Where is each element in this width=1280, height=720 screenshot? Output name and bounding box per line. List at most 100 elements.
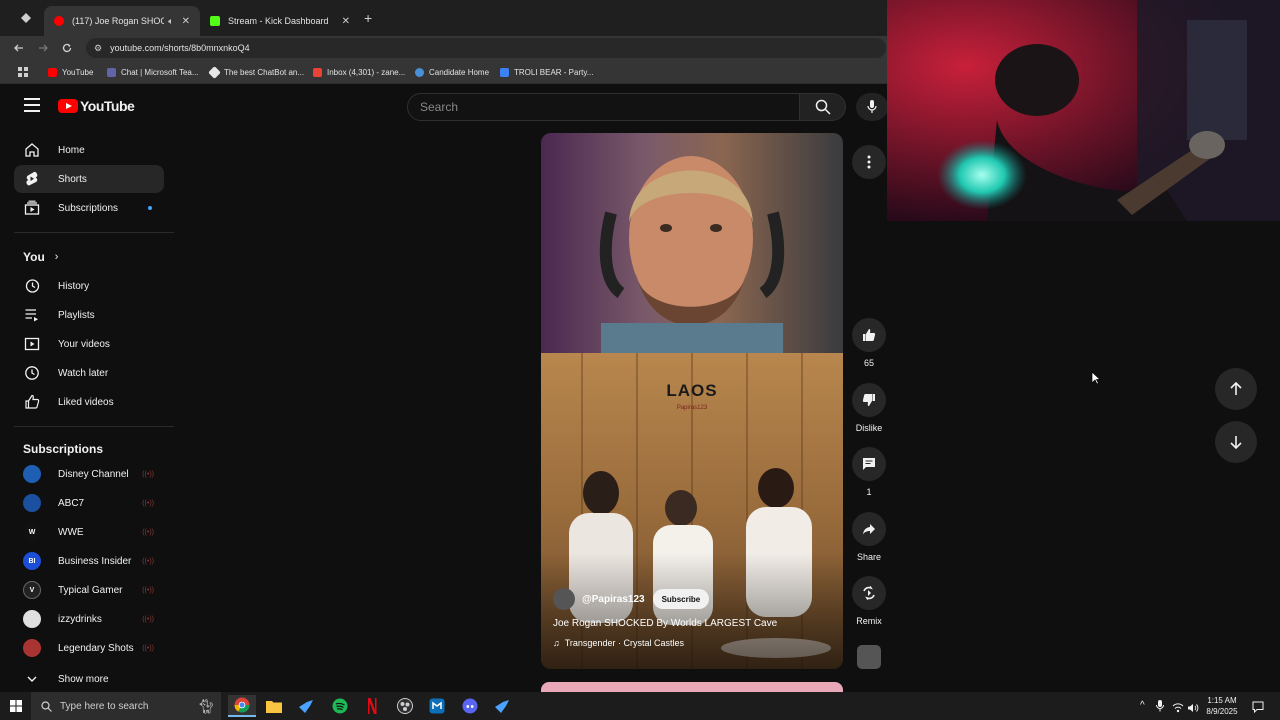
more-options-button[interactable] bbox=[852, 145, 886, 179]
taskbar-steam[interactable] bbox=[292, 695, 320, 717]
speaker-icon[interactable]: 🔈︎ bbox=[168, 16, 173, 27]
sidebar-item-shorts[interactable]: Shorts bbox=[14, 165, 164, 193]
taskbar-chrome[interactable] bbox=[228, 695, 256, 717]
reload-icon bbox=[62, 43, 72, 53]
taskbar-spotify[interactable] bbox=[326, 695, 354, 717]
streamlabs-icon bbox=[429, 698, 445, 714]
comments-action: 1 bbox=[852, 447, 886, 497]
search-button[interactable] bbox=[800, 93, 846, 121]
bookmark-candidate[interactable]: Candidate Home bbox=[415, 65, 489, 79]
bookmark-teams[interactable]: Chat | Microsoft Tea... bbox=[107, 65, 199, 79]
sidebar-divider bbox=[14, 426, 174, 427]
sound-thumbnail[interactable] bbox=[857, 645, 881, 669]
mic-icon bbox=[867, 100, 877, 113]
tray-network-icon[interactable] bbox=[1172, 700, 1184, 718]
share-arrow-icon bbox=[863, 524, 875, 535]
video-frame-top bbox=[541, 133, 843, 353]
sidebar-item-playlists[interactable]: Playlists bbox=[14, 301, 164, 329]
sidebar-sub-disney-channel[interactable]: Disney Channel ((•)) bbox=[14, 460, 164, 488]
youtube-logo[interactable]: YouTube bbox=[58, 98, 135, 114]
sidebar-item-your-videos[interactable]: Your videos bbox=[14, 330, 164, 358]
search-input[interactable] bbox=[407, 93, 800, 121]
windows-start-button[interactable] bbox=[2, 695, 30, 717]
bookmark-troli[interactable]: TROLI BEAR - Party... bbox=[500, 65, 593, 79]
youtube-header: YouTube bbox=[0, 86, 890, 128]
sidebar-item-watch-later[interactable]: Watch later bbox=[14, 359, 164, 387]
sidebar-sub-wwe[interactable]: W WWE ((•)) bbox=[14, 518, 164, 546]
share-button[interactable] bbox=[852, 512, 886, 546]
bookmark-chatbot[interactable]: The best ChatBot an... bbox=[208, 65, 304, 79]
you-section-header[interactable]: You › bbox=[23, 250, 58, 264]
forward-arrow-icon bbox=[39, 44, 48, 52]
taskbar-search[interactable]: Type here to search 🐈︎ bbox=[31, 692, 221, 720]
new-tab-button[interactable]: + bbox=[364, 11, 372, 25]
close-tab-icon[interactable]: ✕ bbox=[182, 16, 190, 27]
taskbar-discord[interactable] bbox=[456, 695, 484, 717]
taskbar-netflix[interactable] bbox=[358, 695, 386, 717]
show-more-button[interactable]: Show more bbox=[14, 665, 164, 693]
live-indicator-icon: ((•)) bbox=[142, 557, 154, 565]
arrow-up-icon bbox=[1230, 382, 1242, 395]
tab-search-icon[interactable] bbox=[20, 11, 32, 23]
cat-icon: 🐈︎ bbox=[197, 697, 215, 714]
new-content-dot bbox=[148, 206, 152, 210]
tab-youtube[interactable]: (117) Joe Rogan SHOCKED 🔈︎ ✕ bbox=[44, 6, 200, 36]
apps-grid-icon[interactable] bbox=[18, 65, 28, 79]
address-bar[interactable]: ⚙︎ youtube.com/shorts/8b0mnxnkoQ4 bbox=[86, 38, 886, 58]
sidebar-sub-legendary-shots[interactable]: Legendary Shots ((•)) bbox=[14, 634, 164, 662]
spotify-icon bbox=[332, 698, 348, 714]
tray-mic-icon[interactable] bbox=[1156, 699, 1164, 717]
dislike-button[interactable] bbox=[852, 383, 886, 417]
teams-icon bbox=[107, 67, 116, 77]
channel-name: WWE bbox=[58, 526, 84, 538]
your-videos-icon bbox=[23, 335, 41, 353]
comments-button[interactable] bbox=[852, 447, 886, 481]
voice-search-button[interactable] bbox=[856, 93, 888, 121]
live-indicator-icon: ((•)) bbox=[142, 499, 154, 507]
sidebar-item-label: Liked videos bbox=[58, 396, 114, 408]
short-music[interactable]: ♫ Transgender · Crystal Castles bbox=[553, 638, 684, 648]
show-more-label: Show more bbox=[58, 673, 109, 685]
short-title[interactable]: Joe Rogan SHOCKED By Worlds LARGEST Cave bbox=[553, 618, 777, 629]
youtube-favicon-icon bbox=[54, 16, 64, 26]
next-short-button[interactable] bbox=[1215, 421, 1257, 463]
taskbar-obs[interactable] bbox=[391, 695, 419, 717]
arrow-down-icon bbox=[1230, 436, 1242, 449]
sidebar-sub-business-insider[interactable]: BI Business Insider ((•)) bbox=[14, 547, 164, 575]
taskbar-file-explorer[interactable] bbox=[260, 695, 288, 717]
comment-count: 1 bbox=[866, 487, 872, 497]
youtube-icon bbox=[48, 67, 57, 77]
back-button[interactable] bbox=[10, 39, 28, 57]
sidebar-sub-izzydrinks[interactable]: izzydrinks ((•)) bbox=[14, 605, 164, 633]
channel-name[interactable]: @Papiras123 bbox=[582, 594, 645, 605]
bookmark-gmail[interactable]: Inbox (4,301) - zane... bbox=[313, 65, 405, 79]
tray-overflow-icon[interactable]: ^ bbox=[1140, 700, 1145, 711]
channel-avatar[interactable] bbox=[553, 588, 575, 610]
sidebar-sub-abc7[interactable]: ABC7 ((•)) bbox=[14, 489, 164, 517]
taskbar-steam-2[interactable] bbox=[488, 695, 516, 717]
reload-button[interactable] bbox=[58, 39, 76, 57]
sidebar-item-label: Shorts bbox=[58, 173, 87, 185]
channel-avatar: W bbox=[23, 523, 41, 541]
notifications-icon[interactable] bbox=[1252, 700, 1264, 718]
remix-button[interactable] bbox=[852, 576, 886, 610]
menu-icon[interactable] bbox=[24, 98, 40, 112]
site-info-icon[interactable]: ⚙︎ bbox=[94, 43, 102, 54]
like-button[interactable] bbox=[852, 318, 886, 352]
forward-button[interactable] bbox=[34, 39, 52, 57]
previous-short-button[interactable] bbox=[1215, 368, 1257, 410]
sidebar-item-history[interactable]: History bbox=[14, 272, 164, 300]
taskbar-clock[interactable]: 1:15 AM 8/9/2025 bbox=[1196, 695, 1248, 717]
sidebar-sub-typical-gamer[interactable]: V Typical Gamer ((•)) bbox=[14, 576, 164, 604]
sidebar-item-liked-videos[interactable]: Liked videos bbox=[14, 388, 164, 416]
shorts-player[interactable]: LAOS Papiras123 @Papiras123 Subscribe Jo… bbox=[541, 133, 843, 669]
netflix-icon bbox=[368, 698, 377, 714]
tab-kick[interactable]: Stream - Kick Dashboard ✕ bbox=[200, 6, 360, 36]
bookmark-youtube[interactable]: YouTube bbox=[48, 65, 93, 79]
sidebar-item-home[interactable]: Home bbox=[14, 136, 164, 164]
subscribe-button[interactable]: Subscribe bbox=[652, 589, 710, 609]
remix-icon bbox=[863, 586, 875, 600]
close-tab-icon[interactable]: ✕ bbox=[342, 16, 350, 27]
taskbar-streamlabs[interactable] bbox=[423, 695, 451, 717]
sidebar-item-subscriptions[interactable]: Subscriptions bbox=[14, 194, 164, 222]
